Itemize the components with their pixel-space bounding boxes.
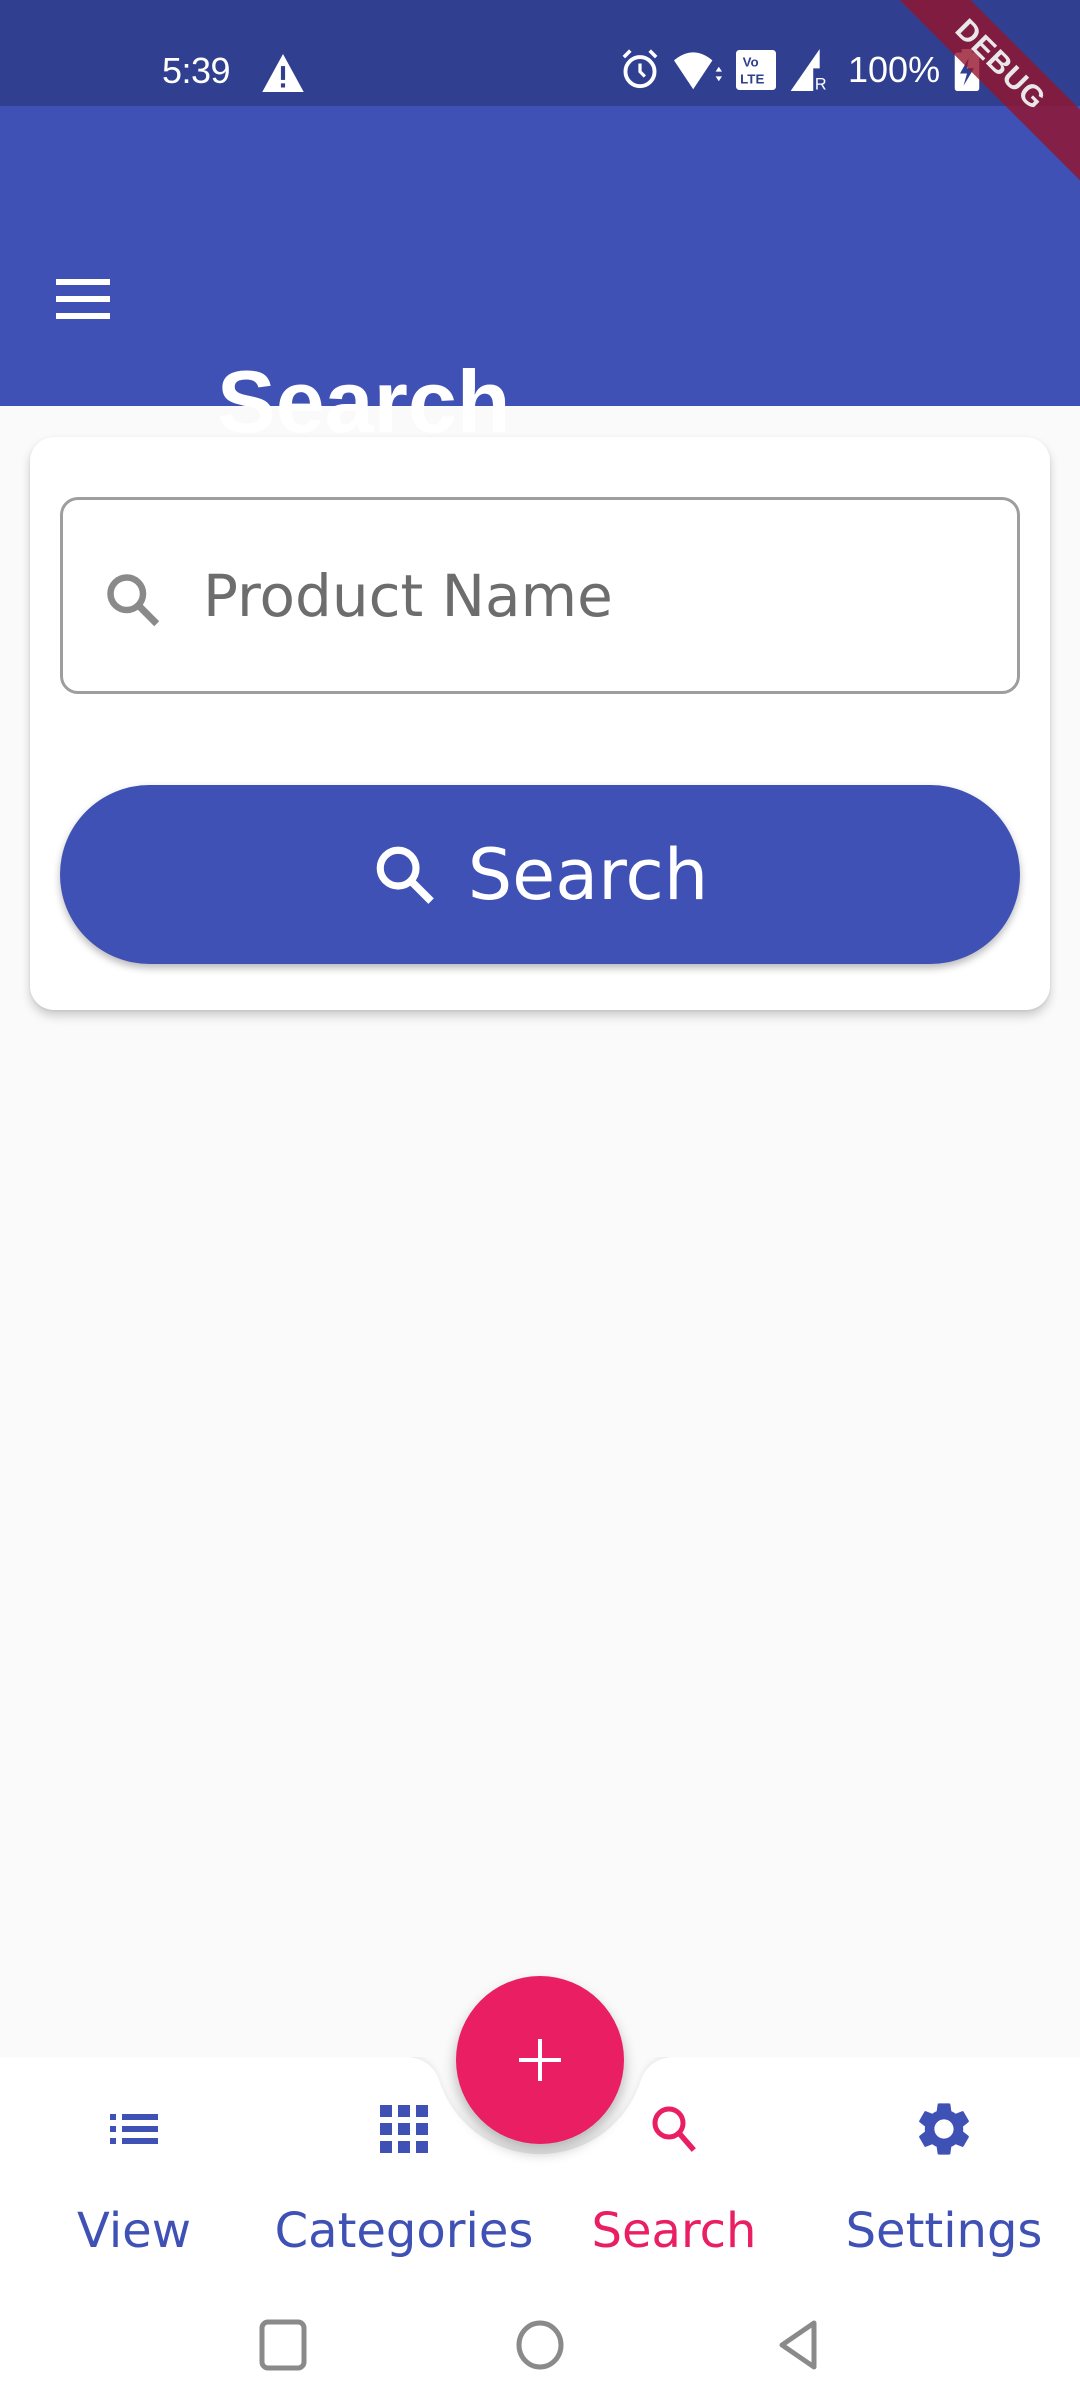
- recents-icon: [259, 2319, 307, 2371]
- nav-item-settings[interactable]: Settings: [834, 2097, 1054, 2287]
- wifi-icon: [674, 52, 722, 90]
- recents-button[interactable]: [243, 2310, 323, 2380]
- product-name-field[interactable]: [60, 497, 1020, 694]
- svg-text:R: R: [815, 75, 827, 91]
- nav-label-categories: Categories: [274, 2203, 534, 2259]
- nav-item-view[interactable]: View: [24, 2097, 244, 2287]
- back-button[interactable]: [758, 2310, 838, 2380]
- search-icon: [376, 846, 434, 904]
- battery-percent: 100%: [848, 49, 941, 90]
- page-title: Search: [217, 352, 511, 451]
- app-bar: Search: [0, 106, 1080, 446]
- gear-icon: [919, 2103, 969, 2155]
- status-time: 5:39: [162, 50, 231, 91]
- signal-roaming-icon: R: [790, 49, 830, 91]
- system-navigation-bar: [0, 2290, 1080, 2400]
- product-name-input[interactable]: [203, 550, 983, 642]
- warning-icon: [262, 54, 304, 92]
- nav-item-search[interactable]: Search: [564, 2097, 784, 2287]
- back-icon: [779, 2320, 817, 2370]
- home-button[interactable]: [500, 2310, 580, 2380]
- add-icon: [519, 2039, 561, 2081]
- search-icon: [107, 574, 160, 627]
- menu-button[interactable]: [40, 256, 125, 341]
- home-icon: [516, 2320, 564, 2370]
- list-icon: [110, 2114, 158, 2144]
- volte-icon: Vo LTE: [736, 50, 776, 90]
- nav-label-settings: Settings: [845, 2203, 1043, 2259]
- search-button-label: Search: [467, 833, 709, 916]
- add-fab-button[interactable]: [456, 1976, 624, 2144]
- status-icons: Vo LTE R 100%: [620, 48, 980, 92]
- svg-text:Vo: Vo: [743, 55, 759, 70]
- search-button[interactable]: Search: [60, 785, 1020, 964]
- search-icon: [652, 2106, 696, 2152]
- menu-icon: [55, 278, 110, 319]
- svg-text:LTE: LTE: [740, 71, 764, 86]
- alarm-icon: [622, 49, 658, 89]
- nav-label-view: View: [77, 2203, 191, 2259]
- search-card: Search: [30, 437, 1050, 1010]
- grid-icon: [380, 2105, 428, 2153]
- nav-item-categories[interactable]: Categories: [275, 2097, 533, 2287]
- nav-label-search: Search: [591, 2203, 757, 2259]
